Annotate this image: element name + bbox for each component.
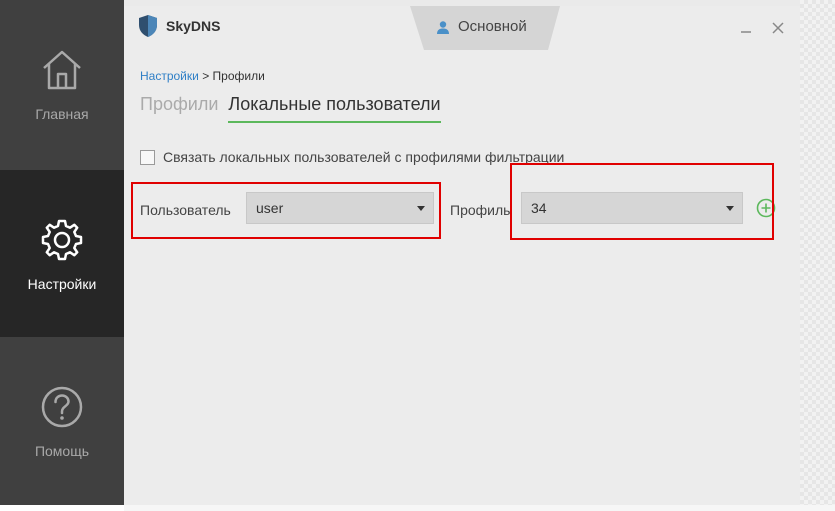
close-button[interactable] <box>770 20 786 36</box>
minimize-button[interactable] <box>738 20 754 36</box>
breadcrumb: Настройки > Профили <box>140 69 265 83</box>
profile-tab-label: Основной <box>458 18 527 35</box>
sidebar-item-home[interactable]: Главная <box>0 0 124 170</box>
active-profile-tab[interactable]: Основной <box>410 6 560 50</box>
desktop-background-bottom <box>124 505 835 511</box>
sidebar-item-label: Помощь <box>34 443 90 459</box>
gear-icon <box>41 219 83 261</box>
app-logo: SkyDNS <box>138 14 220 38</box>
desktop-background-right <box>800 0 835 511</box>
tab-profiles[interactable]: Профили <box>140 94 218 123</box>
main-window: SkyDNS Основной Настройки > Профили Проф… <box>124 6 800 505</box>
home-icon <box>43 50 81 90</box>
shield-icon <box>139 15 157 37</box>
profile-tab-content: Основной <box>436 18 527 35</box>
sidebar-item-label: Настройки <box>27 276 97 292</box>
tab-local-users[interactable]: Локальные пользователи <box>228 94 441 123</box>
link-users-checkbox[interactable] <box>140 149 155 165</box>
sidebar-item-help[interactable]: Помощь <box>0 337 124 505</box>
subtabs: Профили Локальные пользователи <box>140 94 451 123</box>
link-users-checkbox-label: Связать локальных пользователей с профил… <box>163 149 565 165</box>
user-icon <box>437 20 449 34</box>
annotation-box-profile <box>510 163 774 240</box>
app-name: SkyDNS <box>166 18 221 34</box>
help-icon <box>41 386 83 428</box>
link-users-option[interactable]: Связать локальных пользователей с профил… <box>140 149 564 165</box>
sidebar-item-label: Главная <box>35 106 89 122</box>
breadcrumb-current: Профили <box>212 69 265 83</box>
close-icon <box>772 22 784 34</box>
breadcrumb-link-settings[interactable]: Настройки <box>140 69 199 83</box>
annotation-box-user <box>131 182 441 239</box>
minimize-icon <box>741 31 751 33</box>
breadcrumb-separator: > <box>202 69 210 83</box>
sidebar-item-settings[interactable]: Настройки <box>0 170 124 337</box>
sidebar: Главная Настройки Помощь <box>0 0 124 505</box>
profile-field-label: Профиль <box>450 202 511 218</box>
